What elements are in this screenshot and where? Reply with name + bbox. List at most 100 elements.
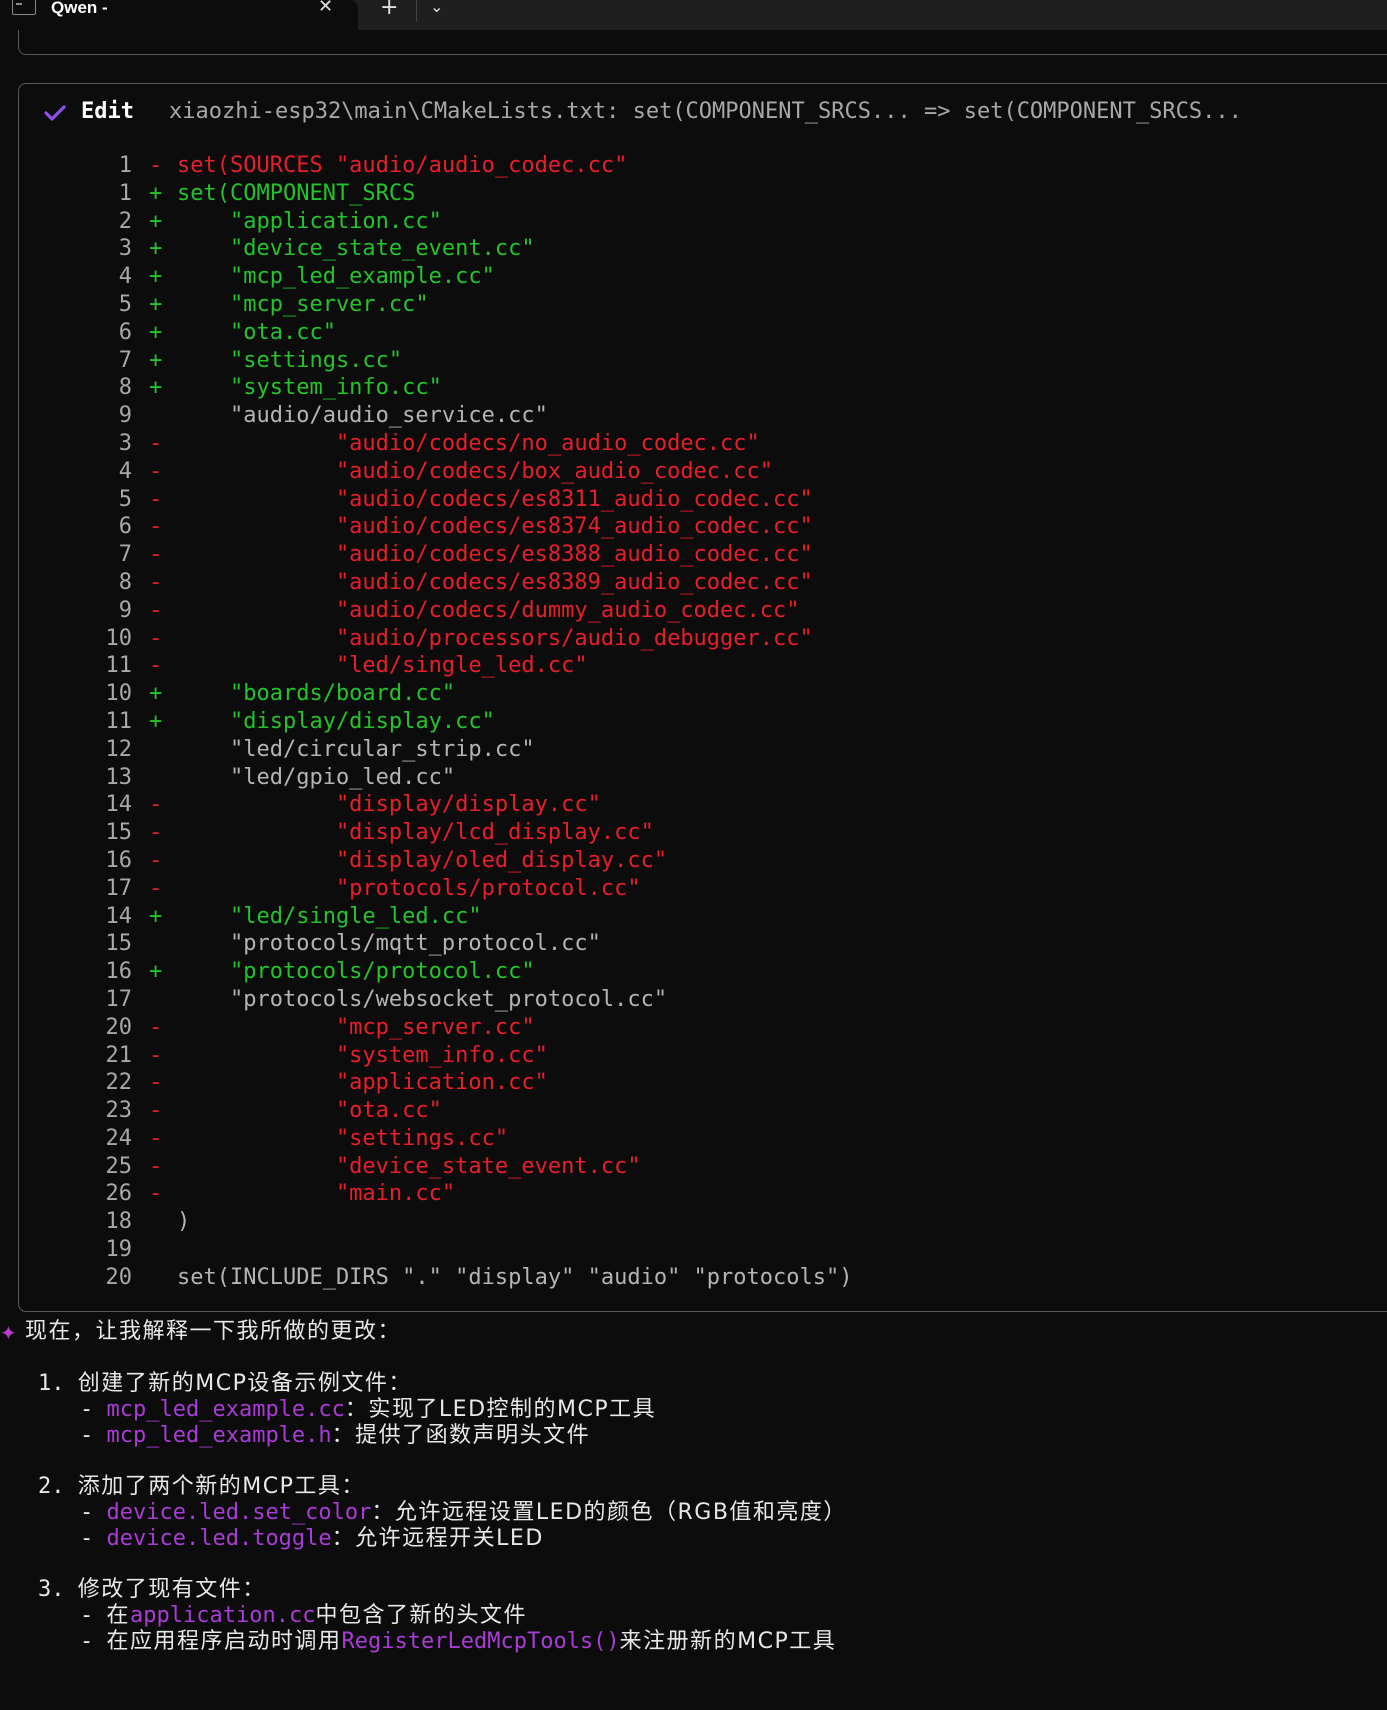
diff-code: "ota.cc" — [177, 1098, 442, 1124]
list-item-text: ：提供了函数声明头文件 — [331, 1423, 591, 1448]
diff-line: 8- "audio/codecs/es8389_audio_codec.cc" — [19, 569, 1387, 597]
line-number: 17 — [105, 986, 133, 1012]
diff-line: 25- "device_state_event.cc" — [19, 1153, 1387, 1181]
diff-code: set(INCLUDE_DIRS "." "display" "audio" "… — [177, 1264, 853, 1290]
line-number: 21 — [105, 1042, 133, 1068]
diff-marker: - — [149, 1070, 163, 1096]
list-item: - mcp_led_example.h：提供了函数声明头文件 — [80, 1422, 590, 1450]
diff-code: "mcp_server.cc" — [177, 1014, 535, 1040]
line-number: 8 — [118, 569, 132, 595]
diff-line: 6- "audio/codecs/es8374_audio_codec.cc" — [19, 513, 1387, 541]
diff-line: 22- "application.cc" — [19, 1069, 1387, 1097]
line-number: 13 — [105, 764, 133, 790]
list-heading-text: 修改了现有文件： — [77, 1577, 266, 1602]
edit-file-description: xiaozhi-esp32\main\CMakeLists.txt: set(C… — [169, 99, 1242, 124]
edit-tool-box: Edit xiaozhi-esp32\main\CMakeLists.txt: … — [18, 83, 1387, 1312]
bullet-dash: - — [80, 1500, 107, 1525]
diff-line: 12 "led/circular_strip.cc" — [19, 736, 1387, 764]
list-item-text: ：实现了LED控制的MCP工具 — [344, 1397, 657, 1422]
list-item-text: ：允许远程开关LED — [331, 1526, 544, 1551]
diff-line: 9- "audio/codecs/dummy_audio_codec.cc" — [19, 597, 1387, 625]
titlebar-divider — [416, 0, 417, 22]
diff-line: 21- "system_info.cc" — [19, 1042, 1387, 1070]
diff-line: 19 — [19, 1236, 1387, 1264]
diff-code: "ota.cc" — [177, 319, 336, 345]
diff-marker: - — [149, 847, 163, 873]
diff-line: 17 "protocols/websocket_protocol.cc" — [19, 986, 1387, 1014]
tab-dropdown-button[interactable]: ⌄ — [430, 0, 443, 16]
diff-marker: + — [149, 681, 163, 707]
diff-code: "settings.cc" — [177, 1125, 509, 1151]
diff-line: 1 + set(COMPONENT_SRCS — [19, 180, 1387, 208]
list-item: - mcp_led_example.cc：实现了LED控制的MCP工具 — [80, 1396, 656, 1424]
line-number: 2 — [118, 208, 132, 234]
diff-code: "display/lcd_display.cc" — [177, 820, 654, 846]
diff-code: "system_info.cc" — [177, 1042, 548, 1068]
explanation-intro: 现在，让我解释一下我所做的更改： — [25, 1319, 402, 1344]
diff-marker: + — [149, 347, 163, 373]
diff-marker: - — [149, 458, 163, 484]
diff-marker: - — [149, 486, 163, 512]
line-number: 3 — [118, 236, 132, 262]
diff-code: "boards/board.cc" — [177, 681, 456, 707]
diff-marker: - — [149, 1181, 163, 1207]
diff-line: 26- "main.cc" — [19, 1180, 1387, 1208]
diff-code: "led/single_led.cc" — [177, 903, 482, 929]
line-number: 5 — [118, 486, 132, 512]
diff-marker: + — [149, 959, 163, 985]
new-tab-button[interactable]: + — [380, 0, 398, 20]
close-tab-icon[interactable]: ✕ — [318, 0, 333, 17]
line-number: 16 — [105, 959, 133, 985]
line-number: 17 — [105, 875, 133, 901]
diff-code: ) — [177, 1209, 191, 1235]
diff-line: 14- "display/display.cc" — [19, 791, 1387, 819]
diff-marker: + — [149, 291, 163, 317]
diff-marker: + — [149, 903, 163, 929]
diff-line: 20 set(INCLUDE_DIRS "." "display" "audio"… — [19, 1264, 1387, 1292]
code-reference: mcp_led_example.h — [106, 1423, 332, 1448]
list-item: - device.led.set_color：允许远程设置LED的颜色（RGB值… — [80, 1499, 847, 1527]
diff-line: 7- "audio/codecs/es8388_audio_codec.cc" — [19, 541, 1387, 569]
diff-code: set(SOURCES "audio/audio_codec.cc" — [177, 153, 628, 178]
diff-line: 9 "audio/audio_service.cc" — [19, 402, 1387, 430]
bullet-dash: - — [80, 1526, 107, 1551]
diff-code: "audio/codecs/es8389_audio_codec.cc" — [177, 569, 813, 595]
diff-code: "application.cc" — [177, 208, 442, 234]
diff-marker: + — [149, 264, 163, 290]
diff-marker: - — [149, 653, 163, 679]
diff-marker: - — [149, 542, 163, 568]
line-number: 4 — [118, 264, 132, 290]
diff-marker: + — [149, 708, 163, 734]
line-number: 1 — [118, 153, 132, 178]
diff-code: "led/circular_strip.cc" — [177, 736, 535, 762]
bullet-dash: - — [80, 1423, 107, 1448]
list-number: 2. — [38, 1474, 78, 1499]
diff-marker: - — [149, 153, 163, 178]
diff-marker: + — [149, 375, 163, 401]
diff-code: "mcp_server.cc" — [177, 291, 429, 317]
code-reference: mcp_led_example.cc — [106, 1397, 345, 1422]
sparkle-icon: ✦ — [0, 1321, 17, 1345]
check-icon — [44, 105, 66, 121]
diff-marker: - — [149, 430, 163, 456]
line-number: 14 — [105, 903, 133, 929]
diff-code: set(COMPONENT_SRCS — [177, 180, 416, 206]
list-item-text: 中包含了新的头文件 — [315, 1603, 527, 1628]
terminal-tab[interactable]: Qwen - ✕ — [0, 0, 358, 30]
list-heading-text: 创建了新的MCP设备示例文件： — [77, 1371, 412, 1396]
bullet-dash: - — [80, 1603, 107, 1628]
line-number: 6 — [118, 319, 132, 345]
diff-line: 6 + "ota.cc" — [19, 319, 1387, 347]
line-number: 7 — [118, 347, 132, 373]
diff-line: 11- "led/single_led.cc" — [19, 652, 1387, 680]
list-item: - 在应用程序启动时调用RegisterLedMcpTools()来注册新的MC… — [80, 1628, 836, 1656]
title-bar: Qwen - ✕ + ⌄ — [0, 0, 1387, 30]
list-item-heading: 3. 修改了现有文件： — [38, 1576, 266, 1604]
list-item-text: 在应用程序启动时调用 — [106, 1629, 342, 1654]
diff-code: "protocols/mqtt_protocol.cc" — [177, 931, 601, 957]
list-item-heading: 2. 添加了两个新的MCP工具： — [38, 1473, 365, 1501]
diff-line: 5- "audio/codecs/es8311_audio_codec.cc" — [19, 486, 1387, 514]
line-number: 7 — [118, 542, 132, 568]
diff-line: 5 + "mcp_server.cc" — [19, 291, 1387, 319]
diff-marker: + — [149, 180, 163, 206]
